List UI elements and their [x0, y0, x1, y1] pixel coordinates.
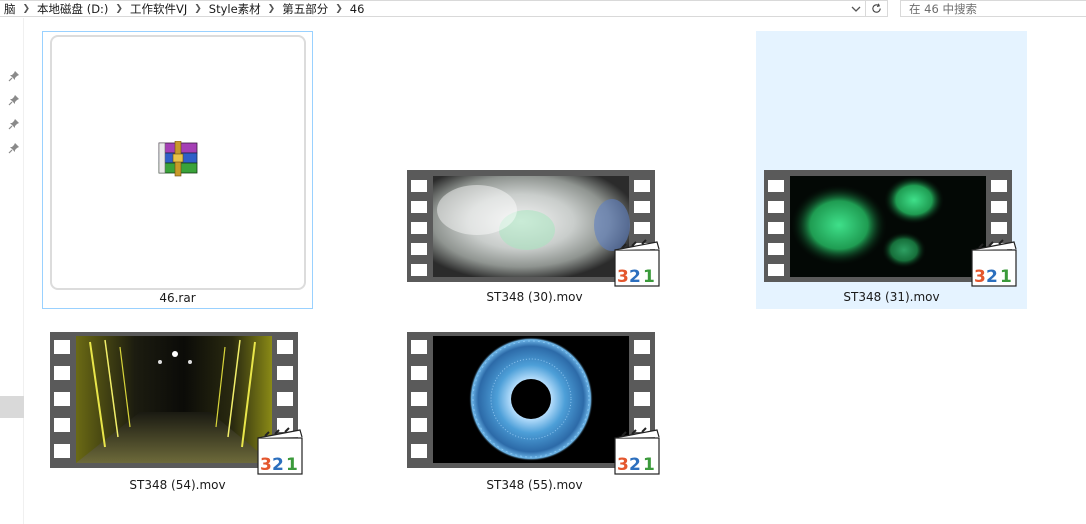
breadcrumb-chevron-icon[interactable]: ❯: [265, 1, 279, 17]
svg-text:2: 2: [986, 267, 998, 287]
svg-text:3: 3: [617, 455, 629, 475]
breadcrumb-local-disk-d[interactable]: 本地磁盘 (D:): [33, 1, 112, 17]
chevron-down-icon[interactable]: [847, 1, 865, 16]
file-name[interactable]: ST348 (30).mov: [399, 290, 670, 304]
file-name[interactable]: 46.rar: [43, 291, 312, 305]
file-item-st348-54[interactable]: 3 2 1 ST348 (54).mov: [42, 318, 313, 506]
breadcrumb-chevron-icon[interactable]: ❯: [112, 1, 126, 17]
address-bar[interactable]: 脑 ❯ 本地磁盘 (D:) ❯ 工作软件VJ ❯ Style素材 ❯ 第五部分 …: [0, 0, 866, 17]
breadcrumb-part-five[interactable]: 第五部分: [278, 1, 332, 17]
svg-text:1: 1: [643, 455, 655, 475]
video-thumbnail: 3 2 1: [407, 170, 660, 287]
svg-text:3: 3: [617, 267, 629, 287]
pin-icon[interactable]: [8, 118, 20, 130]
breadcrumb-this-pc[interactable]: 脑: [0, 1, 20, 17]
breadcrumb-chevron-icon[interactable]: ❯: [191, 1, 205, 17]
video-thumbnail: 3 2 1: [50, 332, 303, 475]
breadcrumb-current-folder[interactable]: 46: [346, 1, 369, 17]
breadcrumb-chevron-icon[interactable]: ❯: [20, 1, 34, 17]
breadcrumb-chevron-icon[interactable]: ❯: [332, 1, 346, 17]
pin-icon[interactable]: [8, 94, 20, 106]
svg-text:2: 2: [629, 267, 641, 287]
explorer-toolbar: 脑 ❯ 本地磁盘 (D:) ❯ 工作软件VJ ❯ Style素材 ❯ 第五部分 …: [0, 0, 1086, 18]
svg-text:3: 3: [974, 267, 986, 287]
media-player-classic-321-icon: 3 2 1: [614, 239, 660, 287]
file-item-st348-55[interactable]: 3 2 1 ST348 (55).mov: [399, 318, 670, 506]
file-name[interactable]: ST348 (31).mov: [756, 290, 1027, 304]
search-placeholder: 在 46 中搜索: [909, 1, 977, 16]
archive-thumbnail: [50, 35, 306, 290]
pin-icon[interactable]: [8, 142, 20, 154]
media-player-classic-321-icon: 3 2 1: [971, 239, 1017, 287]
pin-icon[interactable]: [8, 70, 20, 82]
media-player-classic-321-icon: 3 2 1: [257, 427, 303, 475]
file-name[interactable]: ST348 (55).mov: [399, 478, 670, 492]
breadcrumb-style-materials[interactable]: Style素材: [205, 1, 265, 17]
refresh-button[interactable]: [866, 0, 888, 17]
winrar-archive-icon: [158, 141, 198, 177]
refresh-icon: [872, 3, 881, 13]
svg-text:3: 3: [260, 455, 272, 475]
file-item-st348-30[interactable]: 3 2 1 ST348 (30).mov: [399, 31, 670, 309]
file-item-46-rar[interactable]: 46.rar: [42, 31, 313, 309]
svg-text:2: 2: [629, 455, 641, 475]
svg-text:1: 1: [1000, 267, 1012, 287]
svg-text:2: 2: [272, 455, 284, 475]
nav-selected-item[interactable]: [0, 396, 24, 418]
breadcrumb-vj-software[interactable]: 工作软件VJ: [126, 1, 191, 17]
video-thumbnail: 3 2 1: [407, 332, 660, 475]
svg-text:1: 1: [286, 455, 298, 475]
navigation-pane[interactable]: [0, 18, 24, 524]
video-thumbnail: 3 2 1: [764, 170, 1017, 287]
svg-text:1: 1: [643, 267, 655, 287]
search-input[interactable]: 在 46 中搜索: [900, 0, 1086, 17]
file-item-st348-31[interactable]: 3 2 1 ST348 (31).mov: [756, 31, 1027, 309]
file-name[interactable]: ST348 (54).mov: [42, 478, 313, 492]
media-player-classic-321-icon: 3 2 1: [614, 427, 660, 475]
